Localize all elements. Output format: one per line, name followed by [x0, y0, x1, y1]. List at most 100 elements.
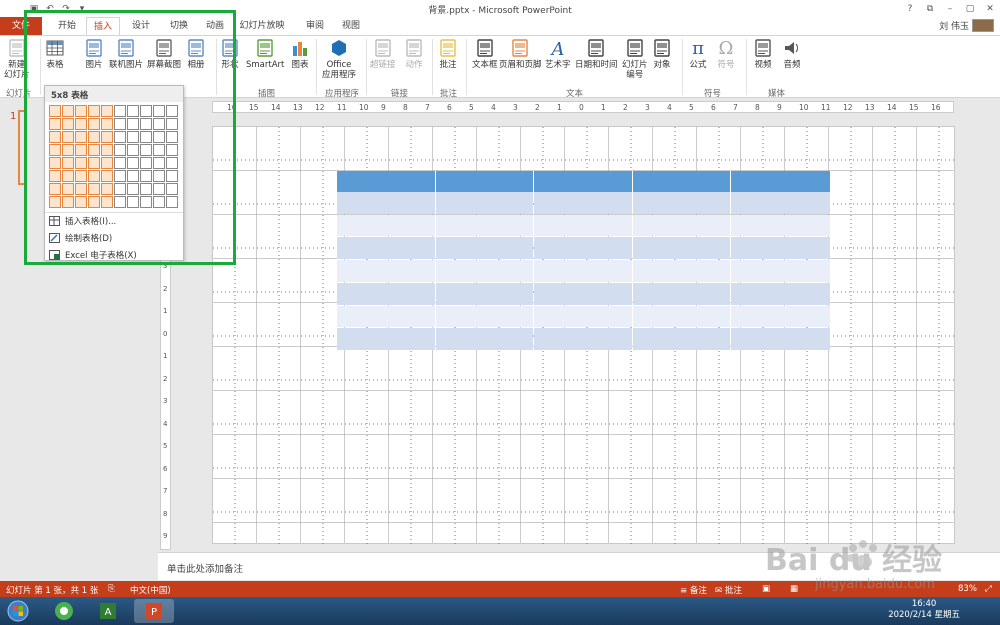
wordart-button[interactable]: A 艺术字: [545, 38, 571, 70]
table-grid-cell[interactable]: [166, 105, 178, 117]
table-grid-cell[interactable]: [114, 118, 126, 130]
table-header-cell[interactable]: [337, 171, 435, 192]
table-grid-cell[interactable]: [127, 157, 139, 169]
excel-spreadsheet-item[interactable]: Excel 电子表格(X): [49, 248, 137, 262]
table-grid-cell[interactable]: [127, 118, 139, 130]
comment-button[interactable]: 批注: [438, 38, 458, 70]
table-grid-cell[interactable]: [101, 183, 113, 195]
table-grid-cell[interactable]: [49, 196, 61, 208]
table-cell[interactable]: [731, 237, 830, 260]
table-grid-cell[interactable]: [153, 196, 165, 208]
table-cell[interactable]: [632, 260, 731, 282]
table-header-cell[interactable]: [731, 171, 830, 192]
table-grid-cell[interactable]: [62, 170, 74, 182]
table-grid-cell[interactable]: [140, 131, 152, 143]
table-cell[interactable]: [731, 282, 830, 305]
table-grid-cell[interactable]: [101, 105, 113, 117]
table-grid-cell[interactable]: [49, 118, 61, 130]
table-cell[interactable]: [337, 214, 435, 237]
table-grid-cell[interactable]: [153, 170, 165, 182]
table-grid-cell[interactable]: [49, 157, 61, 169]
table-cell[interactable]: [534, 328, 632, 350]
table-grid-cell[interactable]: [88, 105, 100, 117]
table-grid-cell[interactable]: [88, 144, 100, 156]
table-grid-cell[interactable]: [101, 157, 113, 169]
table-cell[interactable]: [337, 305, 435, 328]
table-grid-cell[interactable]: [101, 131, 113, 143]
table-grid-cell[interactable]: [49, 144, 61, 156]
table-grid-cell[interactable]: [127, 170, 139, 182]
slide-table[interactable]: [337, 171, 830, 351]
table-cell[interactable]: [435, 237, 534, 260]
table-cell[interactable]: [435, 192, 534, 214]
user-account[interactable]: 刘 伟玉: [939, 19, 994, 32]
table-header-cell[interactable]: [435, 171, 534, 192]
table-cell[interactable]: [632, 328, 731, 350]
screenshot-button[interactable]: 屏幕截图: [147, 38, 181, 70]
table-cell[interactable]: [632, 192, 731, 214]
table-grid-cell[interactable]: [75, 105, 87, 117]
table-grid-cell[interactable]: [140, 105, 152, 117]
table-grid-cell[interactable]: [166, 183, 178, 195]
table-cell[interactable]: [534, 237, 632, 260]
start-button[interactable]: [2, 599, 34, 623]
table-grid-cell[interactable]: [62, 196, 74, 208]
table-grid-cell[interactable]: [49, 170, 61, 182]
ribbon-display-button[interactable]: ⧉: [920, 0, 940, 17]
table-cell[interactable]: [632, 214, 731, 237]
table-cell[interactable]: [632, 282, 731, 305]
table-grid-cell[interactable]: [101, 144, 113, 156]
equation-button[interactable]: π 公式: [688, 38, 708, 70]
photo-album-button[interactable]: 相册: [186, 38, 206, 70]
shapes-button[interactable]: 形状: [220, 38, 240, 70]
table-cell[interactable]: [435, 260, 534, 282]
table-cell[interactable]: [731, 260, 830, 282]
taskbar-powerpoint[interactable]: P: [134, 599, 174, 623]
table-grid-cell[interactable]: [62, 183, 74, 195]
table-grid-cell[interactable]: [75, 183, 87, 195]
table-header-cell[interactable]: [534, 171, 632, 192]
table-grid-cell[interactable]: [62, 131, 74, 143]
table-cell[interactable]: [632, 305, 731, 328]
table-grid-cell[interactable]: [101, 118, 113, 130]
undo-icon[interactable]: ↶: [44, 3, 56, 15]
table-grid-cell[interactable]: [166, 157, 178, 169]
smartart-button[interactable]: SmartArt: [246, 38, 284, 70]
redo-icon[interactable]: ↷: [60, 3, 72, 15]
table-grid-cell[interactable]: [114, 170, 126, 182]
table-grid-cell[interactable]: [153, 183, 165, 195]
table-cell[interactable]: [534, 192, 632, 214]
object-button[interactable]: 对象: [652, 38, 672, 70]
table-grid-cell[interactable]: [140, 183, 152, 195]
table-grid-cell[interactable]: [114, 157, 126, 169]
table-grid-cell[interactable]: [49, 131, 61, 143]
table-cell[interactable]: [534, 305, 632, 328]
table-grid-cell[interactable]: [140, 196, 152, 208]
table-cell[interactable]: [337, 192, 435, 214]
table-grid-cell[interactable]: [62, 157, 74, 169]
textbox-button[interactable]: 文本框: [472, 38, 498, 70]
table-grid-cell[interactable]: [88, 131, 100, 143]
table-grid-cell[interactable]: [88, 170, 100, 182]
table-cell[interactable]: [731, 328, 830, 350]
tab-1[interactable]: 开始: [50, 17, 84, 35]
zoom-level[interactable]: 83%: [958, 584, 977, 594]
table-grid-cell[interactable]: [88, 183, 100, 195]
hyperlink-button[interactable]: 超链接: [370, 38, 396, 70]
tab-8[interactable]: 视图: [334, 17, 368, 35]
tab-7[interactable]: 审阅: [298, 17, 332, 35]
symbol-button[interactable]: Ω 符号: [716, 38, 736, 70]
table-grid-cell[interactable]: [153, 131, 165, 143]
maximize-button[interactable]: ▢: [960, 0, 980, 17]
table-grid-cell[interactable]: [101, 196, 113, 208]
datetime-button[interactable]: 日期和时间: [575, 38, 618, 70]
slide-thumbnail[interactable]: [18, 110, 26, 185]
table-grid-cell[interactable]: [153, 118, 165, 130]
table-cell[interactable]: [632, 237, 731, 260]
table-grid-cell[interactable]: [75, 196, 87, 208]
tab-4[interactable]: 切换: [162, 17, 196, 35]
table-cell[interactable]: [435, 214, 534, 237]
save-icon[interactable]: ▣: [28, 3, 40, 15]
table-grid-cell[interactable]: [166, 144, 178, 156]
fit-slide-icon[interactable]: ⤢: [985, 584, 992, 594]
